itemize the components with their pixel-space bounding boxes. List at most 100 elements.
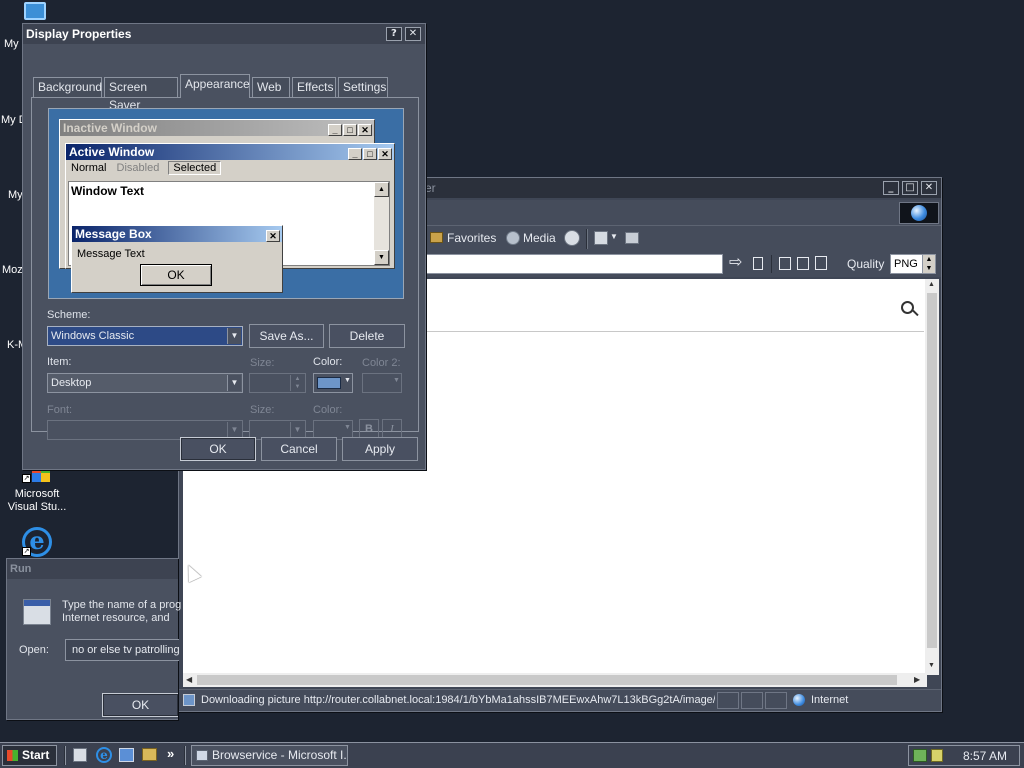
maximize-icon[interactable]: □: [901, 181, 918, 195]
tab-appearance[interactable]: Appearance: [180, 74, 250, 98]
windows-logo-icon: [7, 750, 18, 761]
appearance-preview: Inactive Window _ □ ✕ Active Window _ □ ✕ No…: [48, 108, 404, 299]
chevron-down-icon[interactable]: ▼: [227, 328, 241, 344]
preview-menu-selected: Selected: [168, 161, 222, 175]
windows-explorer-icon[interactable]: [142, 748, 157, 761]
desktop-icon-label: Moz: [2, 264, 23, 276]
item-label: Item:: [47, 356, 72, 368]
scheme-select[interactable]: Windows Classic ▼: [47, 326, 243, 346]
tab-background[interactable]: Background: [33, 77, 102, 97]
preview-msgbox-title: Message Box: [75, 227, 152, 241]
save-as-button[interactable]: Save As...: [249, 324, 324, 348]
taskbar-button-label: Browservice - Microsoft I...: [212, 748, 348, 762]
go-arrow-icon[interactable]: ⇨: [729, 255, 742, 271]
scheme-label: Scheme:: [47, 309, 91, 321]
tab-effects[interactable]: Effects: [292, 77, 336, 97]
quicklaunch-chevron-icon[interactable]: »: [167, 746, 174, 761]
clipboard-icon[interactable]: [815, 256, 827, 270]
clock[interactable]: 8:57 AM: [963, 749, 1007, 763]
outlook-icon[interactable]: [119, 748, 134, 762]
close-icon[interactable]: ✕: [405, 27, 421, 41]
mail-icon[interactable]: [594, 231, 608, 245]
taskbar-separator: [184, 746, 186, 765]
show-desktop-icon[interactable]: [73, 748, 87, 762]
desktop-icon-label: Visual Stu...: [7, 501, 67, 513]
preview-window-text: Window Text: [71, 184, 144, 198]
preview-menu-normal: Normal: [71, 162, 107, 174]
scroll-right-icon[interactable]: ▶: [914, 675, 920, 684]
chevron-down-icon[interactable]: ▼: [227, 375, 241, 391]
scrollbar-thumb[interactable]: [927, 293, 937, 648]
appearance-tab-panel: Inactive Window _ □ ✕ Active Window _ □ ✕ No…: [31, 97, 419, 440]
apply-button[interactable]: Apply: [342, 437, 418, 461]
help-icon[interactable]: ?: [385, 27, 402, 41]
tab-settings[interactable]: Settings: [338, 77, 388, 97]
preview-active-title: Active Window: [69, 145, 155, 159]
dialog-title-bar[interactable]: Display Properties ? ✕: [23, 24, 425, 44]
favorites-button[interactable]: Favorites: [447, 231, 496, 245]
spinner-icon[interactable]: ▲ ▼: [290, 375, 304, 391]
preview-active-titlebar: Active Window _ □ ✕: [66, 144, 394, 160]
toolbar-separator: [771, 255, 772, 273]
bookmark-icon[interactable]: [753, 257, 763, 270]
chevron-down-icon[interactable]: ▼: [610, 232, 618, 241]
internet-zone-icon: [793, 694, 805, 706]
search-icon-handle: [912, 309, 919, 317]
bookmarks-list-icon[interactable]: [779, 257, 791, 270]
chevron-down-icon[interactable]: ▼: [227, 422, 241, 438]
run-title-bar[interactable]: Run: [7, 559, 178, 579]
history-icon[interactable]: [564, 230, 580, 246]
run-description-line1: Type the name of a prog: [62, 599, 182, 611]
desktop-icon-label: My: [8, 189, 23, 201]
scrollbar-thumb[interactable]: [197, 675, 897, 685]
size-label: Size:: [250, 357, 275, 369]
desktop-label-mozilla[interactable]: Moz: [2, 264, 23, 277]
network-icon[interactable]: [913, 749, 927, 762]
print-icon[interactable]: [625, 232, 639, 244]
delete-button[interactable]: Delete: [329, 324, 405, 348]
start-button[interactable]: Start: [2, 745, 57, 766]
internet-explorer-icon[interactable]: e: [96, 747, 112, 763]
scroll-left-icon[interactable]: ◀: [186, 675, 192, 684]
desktop-label-my-2[interactable]: My: [8, 189, 23, 202]
url-input[interactable]: [425, 254, 723, 274]
desktop-icon-internet-explorer[interactable]: e ↗: [22, 527, 52, 557]
preview-message-box: Message Box ✕ Message Text OK: [71, 225, 283, 293]
tab-web[interactable]: Web: [252, 77, 290, 97]
cancel-button[interactable]: Cancel: [261, 437, 337, 461]
taskbar-separator: [64, 746, 66, 765]
tab-screen-saver[interactable]: Screen Saver: [104, 77, 178, 112]
taskbar: Start e » Browservice - Microsoft I... 8…: [0, 742, 1024, 768]
chevron-down-icon[interactable]: ▼: [290, 422, 304, 438]
ok-button[interactable]: OK: [180, 437, 256, 461]
desktop-icon-my-computer[interactable]: [24, 2, 46, 20]
desktop-label-my-1[interactable]: My: [4, 38, 19, 51]
horizontal-scrollbar[interactable]: ◀ ▶: [183, 673, 927, 687]
desktop-icon-label: My: [4, 38, 19, 50]
taskbar-button-browservice[interactable]: Browservice - Microsoft I...: [191, 745, 348, 766]
search-icon[interactable]: [901, 301, 914, 314]
color2-picker-button[interactable]: ▼: [362, 373, 402, 393]
status-pane: [765, 692, 787, 709]
minimize-icon[interactable]: _: [882, 181, 899, 195]
item-select[interactable]: Desktop ▼: [47, 373, 243, 393]
scroll-down-icon[interactable]: ▼: [928, 662, 935, 669]
scroll-up-icon[interactable]: ▲: [928, 281, 935, 288]
color-picker-button[interactable]: ▼: [313, 373, 353, 393]
close-icon[interactable]: ✕: [921, 181, 937, 195]
quality-value: PNG: [894, 258, 918, 270]
spinner-icon[interactable]: ▲ ▼: [922, 255, 935, 273]
preview-msgbox-titlebar: Message Box ✕: [72, 226, 282, 242]
run-ok-button[interactable]: OK: [102, 693, 178, 717]
speaker-icon[interactable]: [931, 749, 943, 762]
font-label: Font:: [47, 404, 73, 416]
quality-select[interactable]: PNG ▲ ▼: [890, 254, 936, 274]
bookmark-add-icon[interactable]: [797, 257, 809, 270]
browser-window-icon: [196, 750, 208, 761]
size-spinner[interactable]: ▲ ▼: [249, 373, 306, 393]
preview-menu-bar: Normal Disabled Selected: [66, 160, 394, 178]
vertical-scrollbar[interactable]: ▲ ▼: [925, 279, 939, 675]
media-button[interactable]: Media: [523, 231, 556, 245]
quality-label: Quality: [847, 257, 885, 271]
open-input[interactable]: no or else tv patrolling: [65, 639, 179, 661]
